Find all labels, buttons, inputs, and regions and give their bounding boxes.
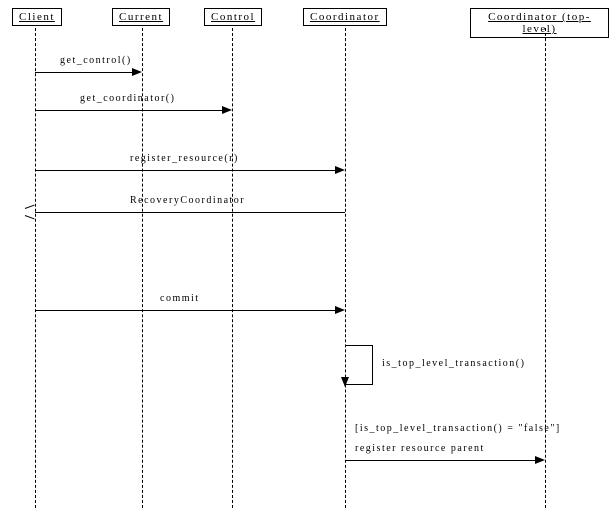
participant-label: Current	[119, 11, 163, 23]
msg-guard: [is_top_level_transaction() = "false"]	[355, 423, 561, 434]
msg-register-resource: register_resource(r)	[130, 153, 239, 164]
participant-current: Current	[112, 8, 170, 26]
arrow-get-control	[35, 72, 137, 73]
participant-label: Coordinator	[310, 11, 380, 23]
arrow-register-resource	[35, 170, 340, 171]
arrow-commit	[35, 310, 340, 311]
arrowhead-recovery-coordinator	[25, 208, 35, 216]
arrowhead-get-control	[132, 68, 142, 76]
arrowhead-self-call	[341, 377, 349, 387]
msg-register-parent: register resource parent	[355, 443, 485, 454]
arrow-register-parent	[345, 460, 540, 461]
lifeline-control	[232, 28, 233, 508]
arrow-recovery-coordinator	[35, 212, 345, 213]
lifeline-top-coordinator	[545, 28, 546, 508]
arrowhead-register-parent	[535, 456, 545, 464]
participant-coordinator: Coordinator	[303, 8, 387, 26]
self-call-box	[345, 345, 373, 385]
arrowhead-commit	[335, 306, 345, 314]
lifeline-coordinator	[345, 28, 346, 508]
msg-get-coordinator: get_coordinator()	[80, 93, 175, 104]
participant-label: Control	[211, 11, 255, 23]
participant-client: Client	[12, 8, 62, 26]
lifeline-client	[35, 28, 36, 508]
msg-is-top-level: is_top_level_transaction()	[382, 358, 525, 369]
arrow-get-coordinator	[35, 110, 227, 111]
participant-label: Coordinator (top-level)	[488, 11, 591, 35]
participant-control: Control	[204, 8, 262, 26]
msg-get-control: get_control()	[60, 55, 132, 66]
participant-top-coordinator: Coordinator (top-level)	[470, 8, 609, 38]
msg-recovery-coordinator: RecoveryCoordinator	[130, 195, 245, 206]
arrowhead-register-resource	[335, 166, 345, 174]
msg-commit: commit	[160, 293, 200, 304]
arrowhead-get-coordinator	[222, 106, 232, 114]
participant-label: Client	[19, 11, 55, 23]
